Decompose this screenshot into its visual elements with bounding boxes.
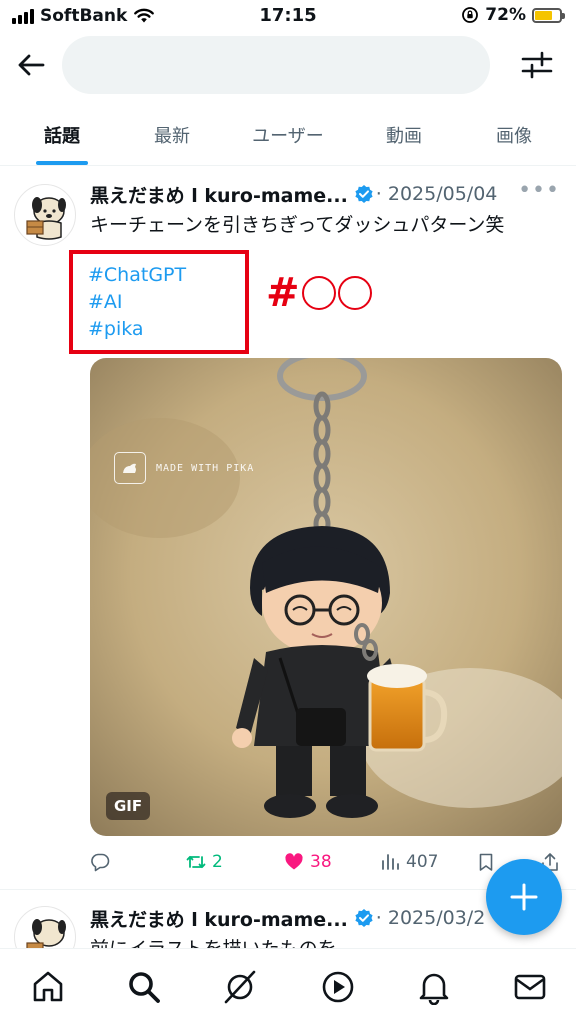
post[interactable]: 黒えだまめ l kuro-mame... · 2025/05/04 ••• キー…: [0, 166, 576, 890]
heart-icon: [285, 853, 303, 870]
grok-icon[interactable]: [222, 969, 258, 1005]
tab-latest[interactable]: 最新: [132, 104, 212, 166]
notifications-icon[interactable]: [416, 969, 452, 1005]
tab-images[interactable]: 画像: [474, 104, 554, 166]
like-count: 38: [310, 852, 332, 872]
pika-watermark: MADE WITH PIKA: [114, 452, 254, 484]
bookmark-icon: [479, 853, 493, 871]
post-date: · 2025/03/2: [375, 907, 486, 929]
dog-avatar-illustration: [26, 919, 66, 948]
search-icon[interactable]: [126, 969, 162, 1005]
battery-icon: [532, 7, 565, 23]
plus-icon: [510, 883, 538, 911]
post-date: · 2025/05/04: [375, 183, 498, 205]
video-icon[interactable]: [320, 969, 356, 1005]
active-tab-indicator: [36, 161, 88, 165]
views-chart-icon: [382, 854, 399, 870]
post-media-gif[interactable]: MADE WITH PIKA GIF: [90, 358, 562, 836]
verified-badge-icon: [355, 185, 373, 203]
post-text: 前にイラストを描いたものを: [90, 934, 337, 948]
reply-icon: [91, 853, 110, 872]
reply-button[interactable]: [90, 848, 116, 876]
annotation-circle: [337, 276, 372, 310]
post-text: キーチェーンを引きちぎってダッシュパターン笑: [90, 214, 505, 236]
view-count: 407: [406, 852, 439, 872]
tab-videos[interactable]: 動画: [364, 104, 444, 166]
keychain-figure-image: [90, 358, 562, 836]
author-name[interactable]: 黒えだまめ l kuro-mame...: [90, 181, 348, 208]
retweet-count: 2: [212, 852, 223, 872]
dog-avatar-illustration: [26, 197, 66, 240]
search-input[interactable]: [62, 36, 490, 94]
tab-users[interactable]: ユーザー: [238, 104, 338, 166]
battery-percent: 72%: [485, 5, 526, 25]
annotation-hash: #: [266, 270, 300, 316]
back-arrow-icon[interactable]: [14, 48, 48, 82]
status-right: 72%: [461, 5, 565, 25]
retweet-icon: [186, 855, 206, 869]
highlight-box: [69, 250, 249, 354]
avatar[interactable]: [14, 184, 76, 246]
watermark-text: MADE WITH PIKA: [156, 462, 255, 474]
search-tabs: 話題 最新 ユーザー 動画 画像: [0, 104, 576, 166]
search-header: [0, 34, 576, 94]
tab-top[interactable]: 話題: [22, 104, 102, 166]
author-name[interactable]: 黒えだまめ l kuro-mame...: [90, 905, 348, 932]
more-options-icon[interactable]: •••: [518, 180, 560, 202]
annotation-circle: [301, 276, 336, 310]
filter-settings-icon[interactable]: [520, 48, 554, 82]
bottom-navigation: [0, 948, 576, 1024]
pika-logo-icon: [114, 452, 146, 484]
avatar[interactable]: [14, 906, 76, 948]
post-header: 黒えだまめ l kuro-mame... · 2025/05/04: [90, 180, 570, 208]
like-button[interactable]: 38: [284, 848, 332, 876]
compose-post-button[interactable]: [486, 859, 562, 935]
verified-badge-icon: [355, 909, 373, 927]
retweet-button[interactable]: 2: [186, 848, 223, 876]
bookmark-button[interactable]: [476, 848, 496, 876]
home-icon[interactable]: [30, 969, 66, 1005]
messages-icon[interactable]: [512, 969, 548, 1005]
annotation-label: #: [266, 270, 372, 316]
status-bar: SoftBank 17:15 72%: [0, 0, 576, 32]
gif-badge[interactable]: GIF: [106, 792, 151, 820]
views-button[interactable]: 407: [380, 848, 438, 876]
orientation-lock-icon: [462, 7, 479, 23]
